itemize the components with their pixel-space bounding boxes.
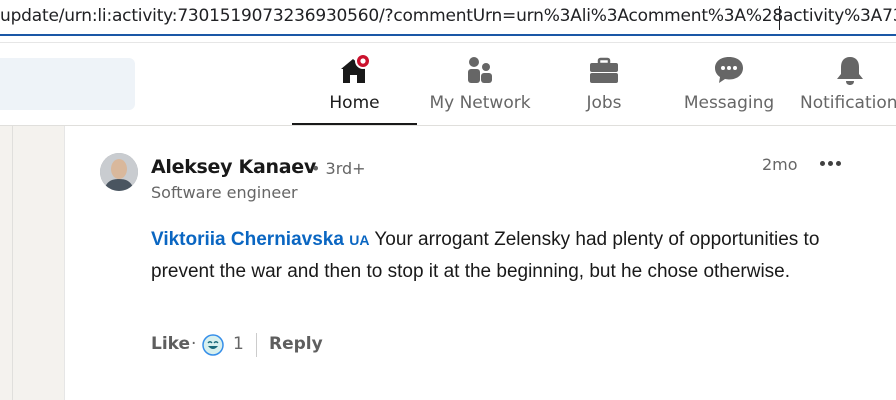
action-separator: · [191,334,197,354]
nav-item-jobs[interactable]: Jobs [560,43,648,125]
people-icon [468,57,492,83]
nav-item-home[interactable]: Home [292,43,417,125]
ellipsis-icon [820,161,825,166]
nav-item-messaging-label: Messaging [683,93,775,113]
briefcase-icon [590,57,618,83]
comment-body: Viktoriia Cherniavska UA Your arrogant Z… [151,224,851,287]
more-options-button[interactable] [818,152,844,174]
reply-button[interactable]: Reply [269,334,323,354]
nav-item-my-network-label: My Network [429,93,531,113]
nav-item-notifications[interactable]: Notifications [800,43,896,125]
nav-active-indicator [292,123,417,125]
nav-item-messaging[interactable]: Messaging [680,43,778,125]
chat-icon [715,57,743,83]
toolbar-separator [0,36,896,43]
avatar[interactable] [100,153,138,191]
search-input[interactable] [0,58,135,110]
text-caret [779,6,780,30]
comment-timestamp: 2mo [762,155,798,174]
like-button[interactable]: Like [151,334,190,354]
actions-divider [256,333,257,357]
flag-badge: UA [349,232,370,248]
comment-author-name[interactable]: Aleksey Kanaev [151,156,316,178]
address-bar-url[interactable]: update/urn:li:activity:73015190732369305… [0,6,896,26]
connection-degree: • 3rd+ [311,159,366,178]
avatar-photo [100,153,138,191]
nav-item-jobs-label: Jobs [586,93,622,113]
reaction-count[interactable]: 1 [233,334,244,354]
bell-icon [837,57,863,85]
author-headline: Software engineer [151,183,298,202]
global-nav: Home My Network Jobs Messaging Notificat… [0,43,896,126]
address-bar[interactable]: update/urn:li:activity:73015190732369305… [0,0,896,36]
nav-item-home-label: Home [329,93,380,113]
nav-item-notifications-label: Notifications [800,93,896,113]
nav-item-my-network[interactable]: My Network [420,43,540,125]
reaction-icon[interactable] [202,334,224,356]
thread-line [12,126,13,400]
home-icon [340,53,371,83]
mention-link[interactable]: Viktoriia Cherniavska [151,229,344,250]
